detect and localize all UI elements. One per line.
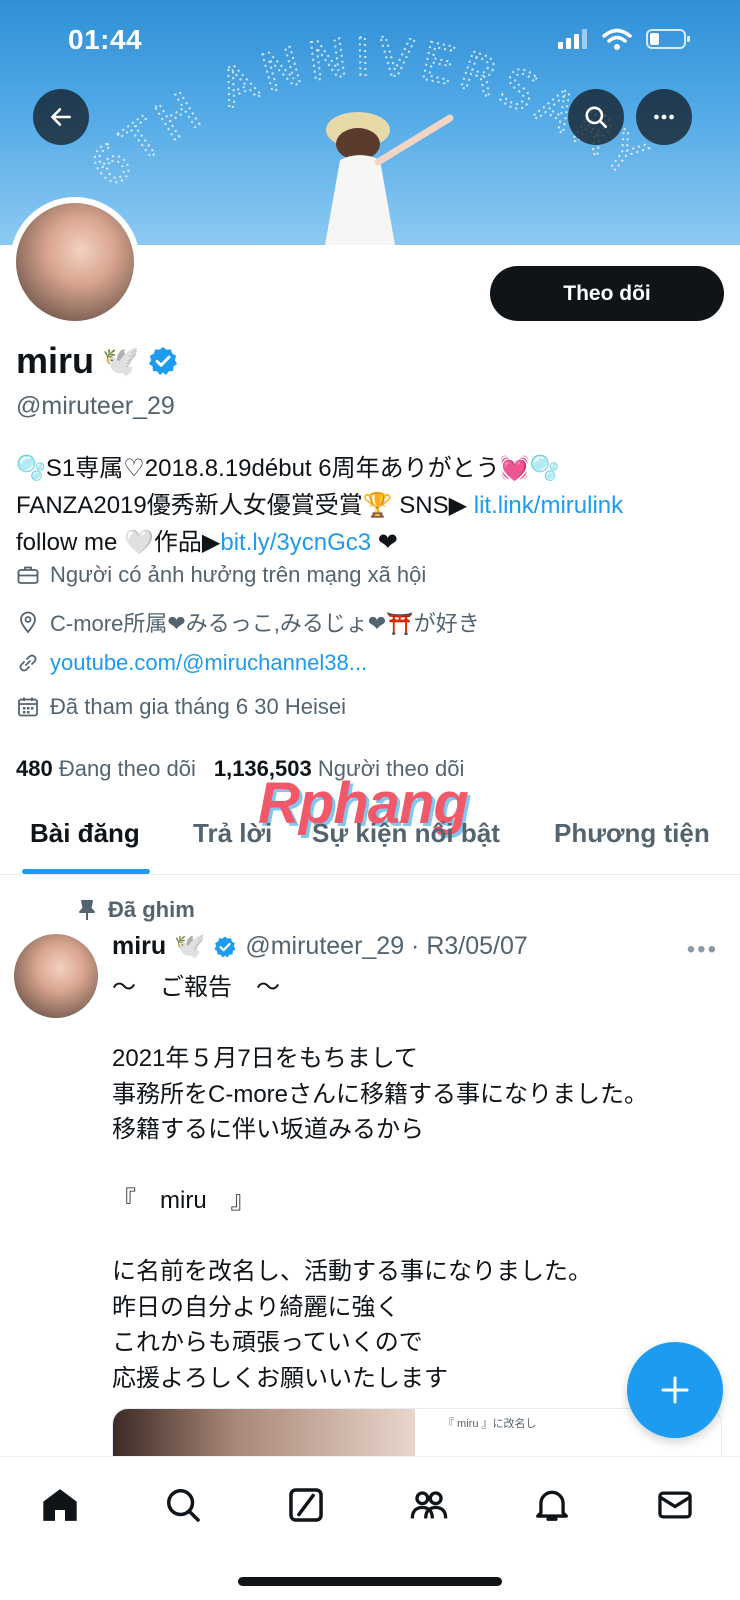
following-stat[interactable]: 480 Đang theo dõi	[16, 756, 196, 782]
search-button[interactable]	[568, 89, 624, 145]
tweet-dove-emoji: 🕊️	[174, 932, 206, 960]
cellular-signal-icon	[558, 29, 587, 49]
plus-icon	[661, 1376, 689, 1404]
messages-icon	[658, 1491, 692, 1519]
verified-badge-icon[interactable]	[147, 345, 179, 377]
home-indicator	[238, 1577, 502, 1586]
bio-line-1: 🫧S1専属♡2018.8.19début 6周年ありがとう💓🫧	[16, 455, 560, 482]
pinned-label: Đã ghim	[78, 897, 195, 923]
pin-icon	[79, 900, 95, 920]
search-icon	[585, 106, 608, 129]
bio-link-litlink[interactable]: lit.link/mirulink	[474, 492, 623, 519]
calendar-icon	[18, 697, 38, 717]
bio-line-2: FANZA2019優秀新人女優賞受賞🏆 SNS▶ lit.link/miruli…	[16, 492, 624, 519]
nav-grok[interactable]	[280, 1479, 332, 1531]
tweet-media-caption: 『 miru 』に改名し	[443, 1418, 537, 1430]
profile-handle: @miruteer_29	[16, 392, 175, 420]
tweet-header: miru 🕊️ @miruteer_29 · R3/05/07	[112, 932, 528, 961]
arrow-left-icon	[51, 108, 71, 126]
profile-location: C-more所属❤みるっこ,みるじょ❤⛩️が好き	[16, 606, 480, 638]
back-button[interactable]	[33, 89, 89, 145]
briefcase-icon	[17, 566, 39, 584]
notifications-icon	[536, 1490, 568, 1521]
battery-icon	[646, 29, 690, 49]
tab-highlights[interactable]: Sự kiện nổi bật	[312, 818, 500, 849]
tab-replies[interactable]: Trả lời	[193, 818, 272, 849]
tab-media[interactable]: Phương tiện	[554, 818, 710, 849]
profile-joined-date: Đã tham gia tháng 6 30 Heisei	[16, 694, 346, 720]
dove-emoji: 🕊️	[102, 344, 140, 378]
nav-communities[interactable]	[403, 1479, 455, 1531]
nav-notifications[interactable]	[526, 1479, 578, 1531]
status-icons	[558, 28, 690, 50]
active-tab-indicator	[22, 869, 150, 874]
tweet-avatar[interactable]	[14, 934, 98, 1018]
display-name: miru	[16, 340, 95, 381]
follow-button[interactable]: Theo dõi	[490, 266, 724, 321]
profile-tabs: Bài đăng Trả lời Sự kiện nổi bật Phương …	[0, 800, 740, 875]
more-button[interactable]	[636, 89, 692, 145]
communities-icon	[410, 1491, 448, 1519]
tweet-more-icon[interactable]: •••	[687, 936, 718, 964]
tab-posts[interactable]: Bài đăng	[30, 818, 140, 849]
nav-search[interactable]	[157, 1479, 209, 1531]
tweet-text: ～ ご報告 ～ 2021年５月7日をもちまして 事務所をC-moreさんに移籍す…	[112, 974, 649, 1392]
banner-figure	[325, 112, 454, 245]
avatar-image	[16, 203, 134, 321]
profile-bio: 🫧S1専属♡2018.8.19début 6周年ありがとう💓🫧 FANZA201…	[16, 450, 726, 561]
verified-badge-icon	[214, 936, 236, 957]
profile-category: Người có ảnh hưởng trên mạng xã hội	[16, 562, 426, 588]
location-pin-icon	[20, 611, 36, 634]
tweet-author-name[interactable]: miru	[112, 932, 166, 961]
grok-icon	[289, 1488, 323, 1522]
compose-button[interactable]	[627, 1342, 723, 1438]
profile-name-row: miru 🕊️	[16, 340, 179, 382]
bio-link-bitly[interactable]: bit.ly/3ycnGc3	[220, 529, 371, 556]
profile-avatar[interactable]	[10, 197, 140, 327]
profile-website[interactable]: youtube.com/@miruchannel38...	[16, 650, 367, 676]
nav-home[interactable]	[34, 1479, 86, 1531]
wifi-icon	[602, 28, 632, 50]
more-horizontal-icon	[654, 114, 674, 120]
home-icon	[43, 1489, 77, 1521]
bio-line-3: follow me 🤍作品▶bit.ly/3ycnGc3 ❤	[16, 529, 398, 556]
tweet-meta: @miruteer_29 · R3/05/07	[245, 932, 528, 960]
link-icon	[19, 654, 37, 672]
search-icon	[167, 1489, 200, 1522]
status-time: 01:44	[68, 24, 143, 55]
nav-messages[interactable]	[649, 1479, 701, 1531]
